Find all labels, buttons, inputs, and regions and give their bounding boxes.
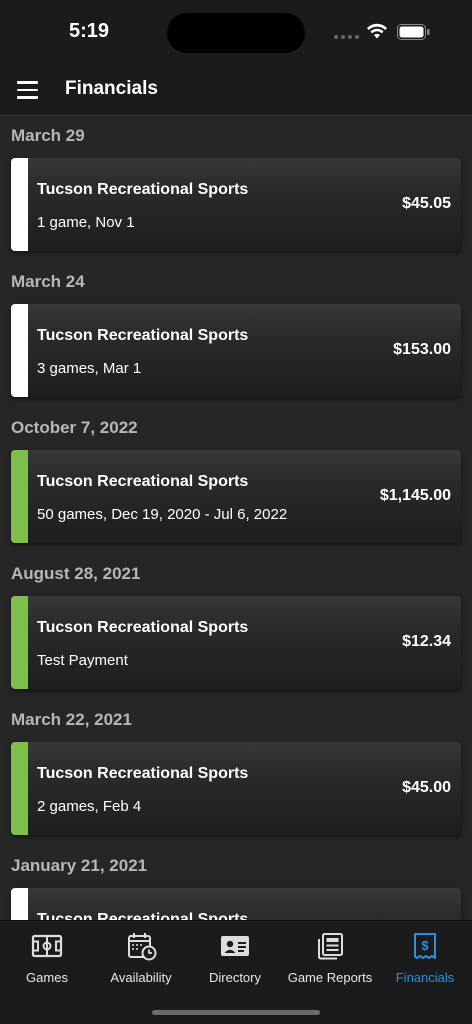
tab-directory[interactable]: Directory bbox=[188, 921, 282, 991]
tab-label: Financials bbox=[395, 970, 455, 985]
payment-status-bar bbox=[11, 596, 28, 689]
payment-organization: Tucson Recreational Sports bbox=[37, 619, 249, 636]
field-icon bbox=[31, 934, 63, 958]
payment-status-bar bbox=[11, 158, 28, 251]
payment-organization: Tucson Recreational Sports bbox=[37, 181, 249, 198]
payment-detail: 3 games, Mar 1 bbox=[37, 360, 142, 377]
payment-organization: Tucson Recreational Sports bbox=[37, 473, 249, 490]
wifi-icon bbox=[367, 23, 387, 39]
payment-amount: $153.00 bbox=[393, 341, 451, 358]
payment-amount: $1,145.00 bbox=[379, 487, 451, 504]
payment-detail: 2 games, Feb 4 bbox=[37, 798, 142, 815]
payment-card[interactable]: Tucson Recreational Sports 1 game, Nov 1… bbox=[11, 158, 461, 251]
status-bar: 5:19 bbox=[0, 0, 472, 64]
payment-status-bar bbox=[11, 742, 28, 835]
payment-date-header: January 21, 2021 bbox=[11, 856, 148, 875]
payment-card[interactable]: Tucson Recreational Sports 50 games, Dec… bbox=[11, 450, 461, 543]
home-indicator bbox=[152, 1010, 320, 1015]
payment-date-header: March 29 bbox=[11, 126, 85, 145]
payments-list[interactable]: March 29 Tucson Recreational Sports 1 ga… bbox=[0, 114, 472, 920]
payment-detail: 1 game, Nov 1 bbox=[37, 214, 135, 231]
payment-organization: Tucson Recreational Sports bbox=[37, 765, 249, 782]
payment-card[interactable]: Tucson Recreational Sports 3 games, Mar … bbox=[11, 304, 461, 397]
payment-amount: $45.05 bbox=[402, 195, 451, 212]
payment-status-bar bbox=[11, 888, 28, 920]
payment-card[interactable]: Tucson Recreational Sports 2 games, Feb … bbox=[11, 742, 461, 835]
payment-organization: Tucson Recreational Sports bbox=[37, 327, 249, 344]
payment-detail: Test Payment bbox=[37, 652, 128, 669]
calendar-clock-icon bbox=[128, 933, 157, 961]
page-title: Financials bbox=[65, 78, 158, 99]
payment-status-bar bbox=[11, 450, 28, 543]
tab-label: Directory bbox=[208, 970, 261, 985]
dynamic-island bbox=[167, 13, 305, 53]
tab-availability[interactable]: Availability bbox=[94, 921, 188, 991]
status-time: 5:19 bbox=[69, 20, 110, 42]
receipt-dollar-icon: $ bbox=[414, 933, 436, 959]
payment-date-header: October 7, 2022 bbox=[11, 418, 138, 437]
payment-detail: 50 games, Dec 19, 2020 - Jul 6, 2022 bbox=[37, 506, 288, 523]
app-header: Financials bbox=[0, 64, 472, 114]
tab-label: Games bbox=[26, 970, 68, 985]
payment-card[interactable]: Tucson Recreational Sports Test Payment … bbox=[11, 596, 461, 689]
tab-label: Availability bbox=[110, 970, 172, 985]
payment-organization: Tucson Recreational Sports bbox=[37, 911, 249, 920]
tab-bar: Games Availability Directory Game Report… bbox=[0, 920, 472, 1024]
tab-games[interactable]: Games bbox=[0, 921, 94, 991]
payment-date-header: August 28, 2021 bbox=[11, 564, 141, 583]
tab-label: Game Reports bbox=[287, 970, 373, 985]
svg-text:$: $ bbox=[421, 938, 429, 953]
payment-amount: $45.00 bbox=[402, 779, 451, 796]
tab-financials[interactable]: $ Financials bbox=[378, 921, 472, 991]
payment-date-header: March 22, 2021 bbox=[11, 710, 132, 729]
contact-card-icon bbox=[221, 936, 249, 956]
tab-game-reports[interactable]: Game Reports bbox=[282, 921, 378, 991]
signal-dots-icon bbox=[334, 35, 359, 39]
payment-amount: $12.34 bbox=[402, 633, 451, 650]
payment-status-bar bbox=[11, 304, 28, 397]
hamburger-menu-icon[interactable] bbox=[17, 81, 39, 99]
payment-card[interactable]: Tucson Recreational Sports bbox=[11, 888, 461, 920]
payment-date-header: March 24 bbox=[11, 272, 85, 291]
reports-icon bbox=[318, 933, 343, 960]
battery-icon bbox=[397, 24, 430, 40]
